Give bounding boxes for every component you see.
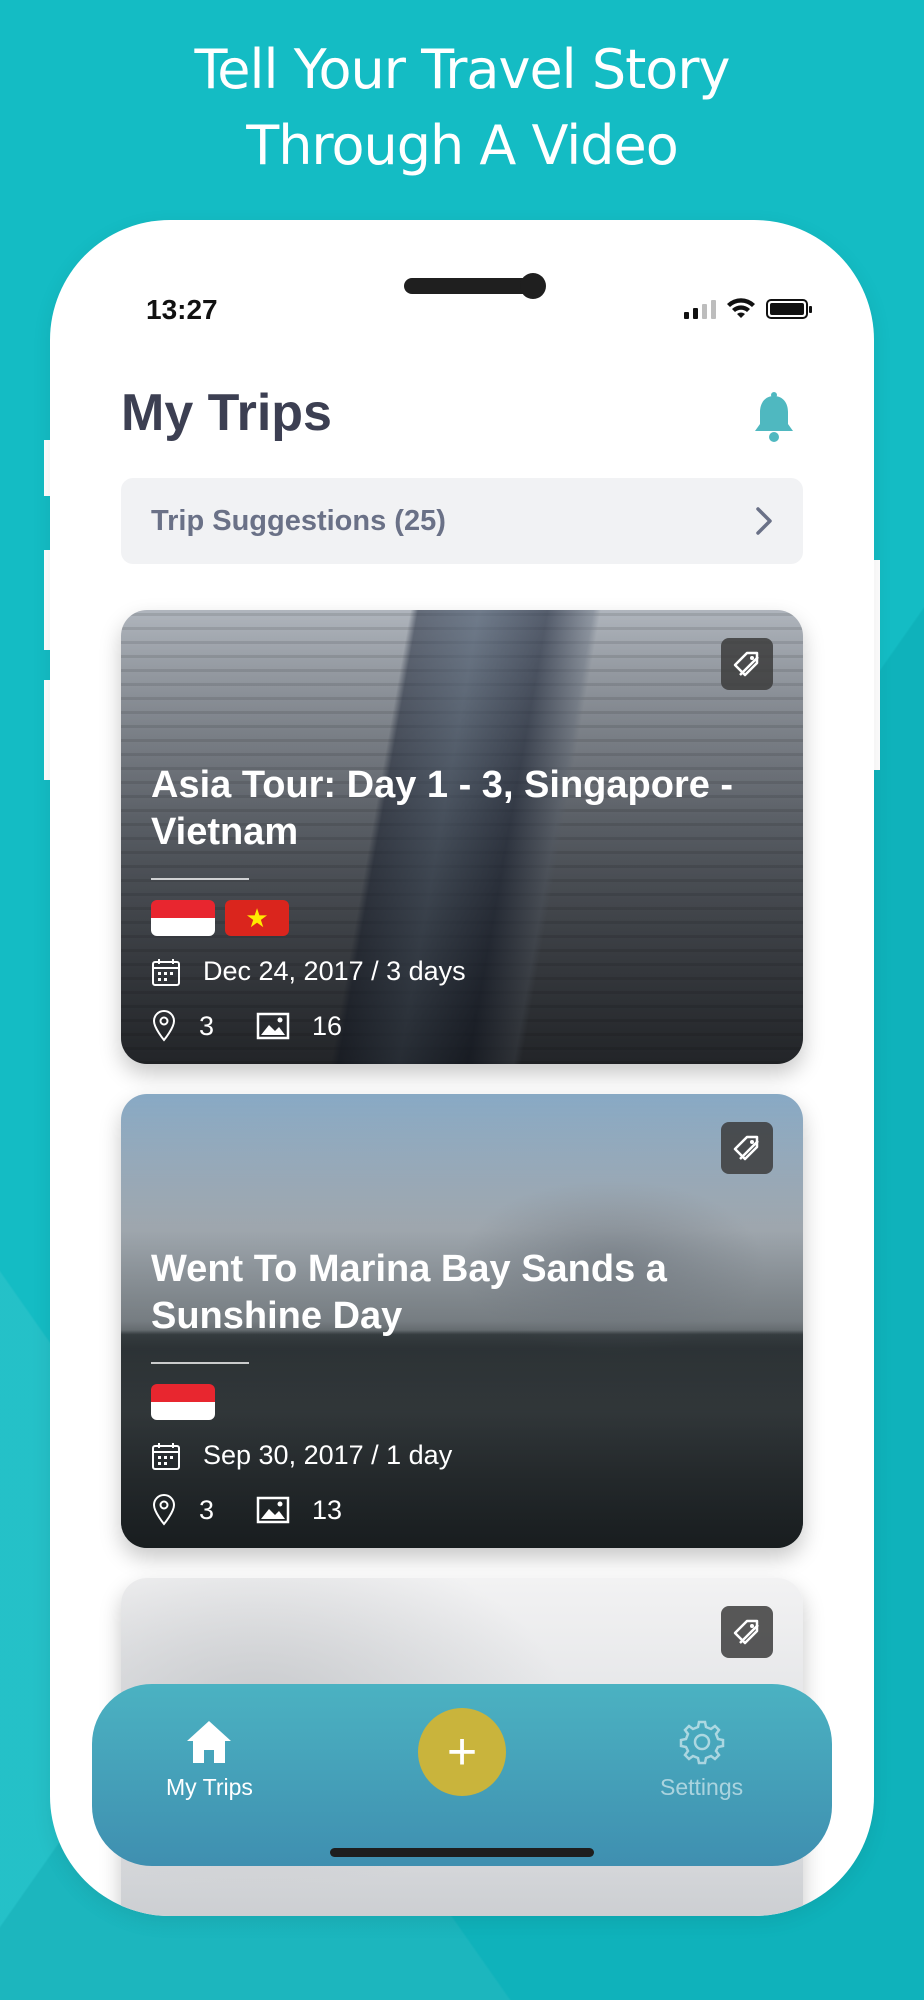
trip-stats-row: 3 13 — [151, 1494, 342, 1526]
video-badge[interactable] — [721, 1122, 773, 1174]
trip-stats-row: 3 16 — [151, 1010, 342, 1042]
video-badge[interactable] — [721, 638, 773, 690]
tab-settings[interactable]: Settings — [660, 1718, 743, 1801]
add-trip-button[interactable]: + — [418, 1708, 506, 1796]
trip-date-row: Sep 30, 2017 / 1 day — [151, 1440, 452, 1471]
wifi-icon — [727, 298, 755, 318]
flag-singapore-icon — [151, 900, 215, 936]
trip-flags — [151, 1384, 215, 1420]
phone-camera — [520, 273, 546, 299]
bell-icon[interactable] — [752, 392, 796, 444]
tab-bar: My Trips + Settings — [92, 1684, 832, 1866]
promo-headline-line-2: Through A Video — [246, 114, 679, 177]
tag-icon — [733, 1135, 759, 1161]
trip-suggestions-label: Trip Suggestions (25) — [151, 504, 446, 537]
home-indicator — [330, 1848, 594, 1857]
trip-title: Asia Tour: Day 1 - 3, Singapore - Vietna… — [151, 764, 734, 853]
flag-singapore-icon — [151, 1384, 215, 1420]
promo-headline-line-1: Tell Your Travel Story — [194, 38, 731, 101]
calendar-icon — [152, 1442, 180, 1470]
photo-icon — [256, 1012, 290, 1040]
tab-my-trips-label: My Trips — [166, 1774, 253, 1800]
flag-vietnam-icon: ★ — [225, 900, 289, 936]
trip-card[interactable]: Went To Marina Bay Sands a Sunshine Day … — [121, 1094, 803, 1548]
tab-settings-label: Settings — [660, 1774, 744, 1800]
tag-icon — [733, 651, 759, 677]
trip-date: Sep 30, 2017 / 1 day — [203, 1440, 453, 1470]
location-pin-icon — [152, 1010, 176, 1042]
trip-places-count: 3 — [199, 1010, 215, 1041]
cellular-signal-icon — [684, 299, 716, 319]
battery-icon — [766, 299, 812, 319]
gear-icon — [679, 1720, 724, 1765]
status-time: 13:27 — [146, 294, 218, 325]
trip-title: Went To Marina Bay Sands a Sunshine Day — [151, 1248, 667, 1337]
trip-places-count: 3 — [199, 1494, 215, 1525]
calendar-icon — [152, 958, 180, 986]
phone-frame: 13:27 My Trips Trip Suggestions (25) Asi… — [50, 220, 874, 1916]
trip-photos-count: 13 — [312, 1494, 343, 1525]
location-pin-icon — [152, 1494, 176, 1526]
trip-flags: ★ — [151, 900, 289, 936]
trip-suggestions-button[interactable]: Trip Suggestions (25) — [121, 478, 803, 564]
trip-photos-count: 16 — [312, 1010, 343, 1041]
trip-card[interactable]: Asia Tour: Day 1 - 3, Singapore - Vietna… — [121, 610, 803, 1064]
chevron-right-icon — [756, 507, 772, 535]
title-divider — [151, 878, 249, 880]
page-title: My Trips — [121, 384, 332, 442]
home-icon — [187, 1721, 232, 1763]
tab-my-trips[interactable]: My Trips — [166, 1718, 253, 1801]
promo-headline: Tell Your Travel Story Through A Video — [0, 32, 924, 184]
trip-date: Dec 24, 2017 / 3 days — [203, 956, 466, 986]
trip-date-row: Dec 24, 2017 / 3 days — [151, 956, 466, 987]
status-icons — [684, 298, 812, 320]
tag-icon — [733, 1619, 759, 1645]
photo-icon — [256, 1496, 290, 1524]
video-badge[interactable] — [721, 1606, 773, 1658]
title-divider — [151, 1362, 249, 1364]
